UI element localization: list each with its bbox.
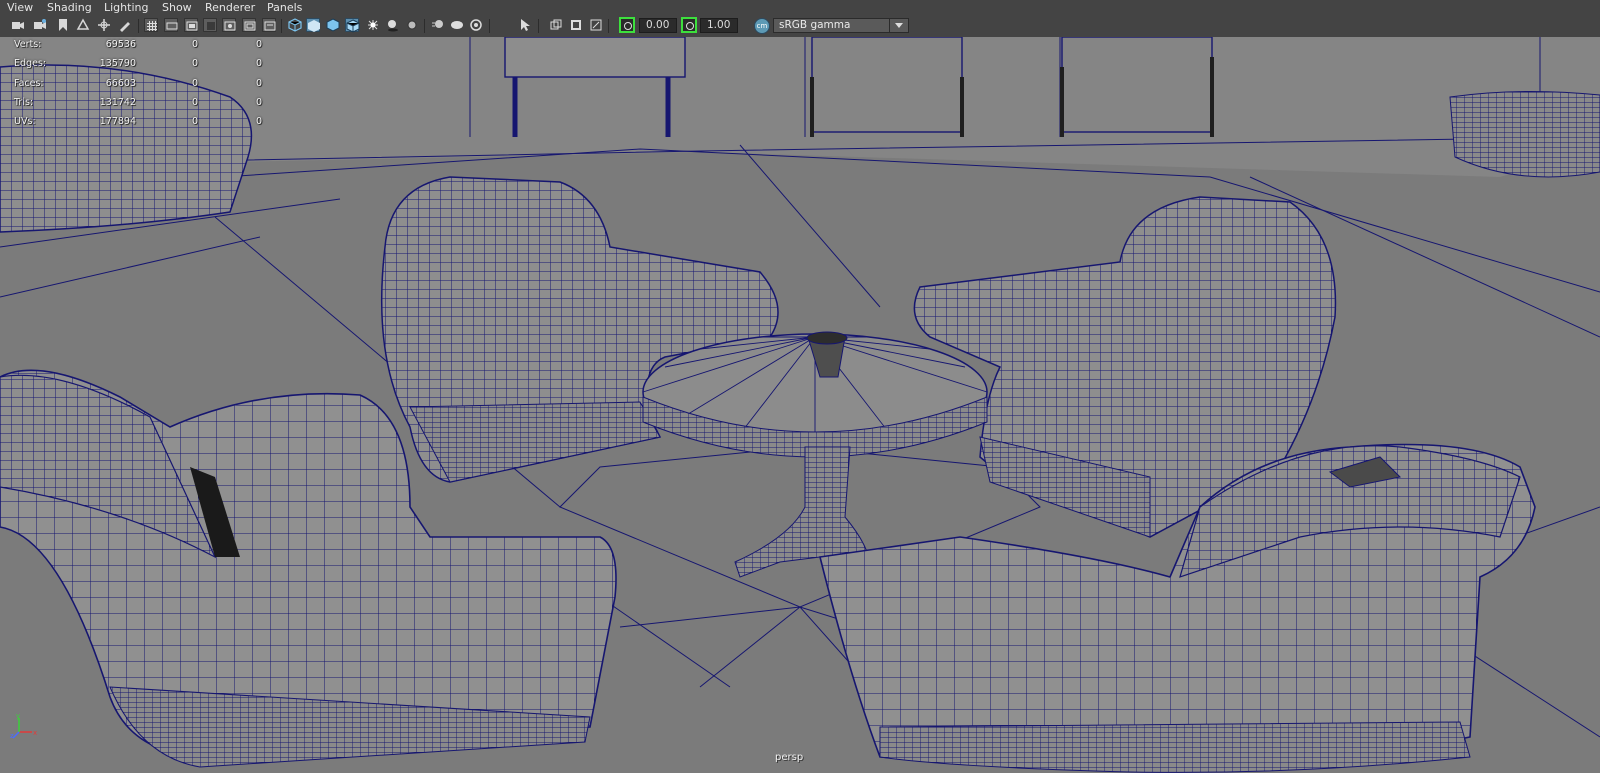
view-transform-dropdown[interactable]: sRGB gamma (773, 18, 909, 33)
screen-space-ao-icon[interactable] (405, 18, 419, 32)
grid-icon[interactable] (144, 18, 158, 32)
depth-of-field-icon[interactable] (469, 18, 483, 32)
panel-menu-bar: View Shading Lighting Show Renderer Pane… (0, 0, 1600, 15)
axis-y-label: y (16, 712, 20, 720)
menu-lighting[interactable]: Lighting (104, 1, 148, 14)
exposure-field[interactable]: 0.00 (639, 18, 677, 33)
hud-value: 177894 (99, 116, 136, 127)
hud-value: 0 (255, 97, 262, 108)
anti-aliasing-icon[interactable] (450, 18, 464, 32)
wireframe-scene[interactable] (0, 37, 1600, 773)
image-plane-icon[interactable] (76, 18, 90, 32)
panel-toolbar: 0.00 1.00 cm sRGB gamma (0, 15, 1600, 38)
safe-action-icon[interactable] (242, 18, 256, 32)
view-transform-value: sRGB gamma (779, 19, 851, 31)
view-axis-icon: x y z (10, 712, 37, 740)
xray-joints-icon[interactable] (569, 18, 583, 32)
hud-value: 0 (191, 39, 198, 50)
menu-shading[interactable]: Shading (47, 1, 92, 14)
motion-blur-icon[interactable] (431, 18, 445, 32)
axis-x-label: x (33, 729, 37, 737)
3d-viewport[interactable]: Verts: 69536 0 0 Edges: 135790 0 0 Faces… (0, 37, 1600, 773)
camera-icon[interactable] (11, 18, 25, 32)
shadows-icon[interactable] (385, 18, 399, 32)
hud-label: Faces: (14, 78, 44, 89)
hud-value: 0 (191, 58, 198, 69)
film-gate-icon[interactable] (164, 18, 178, 32)
color-management-icon[interactable]: cm (754, 18, 770, 34)
wireframe-icon[interactable] (288, 18, 302, 32)
isolate-select-icon[interactable] (518, 18, 532, 32)
hud-label: UVs: (14, 116, 36, 127)
chevron-down-icon[interactable] (889, 19, 908, 32)
menu-view[interactable]: View (7, 1, 33, 14)
menu-show[interactable]: Show (162, 1, 192, 14)
field-chart-icon[interactable] (222, 18, 236, 32)
gate-mask-icon[interactable] (203, 18, 217, 32)
2d-pan-zoom-icon[interactable] (97, 18, 111, 32)
wireframe-on-shaded-icon[interactable] (326, 18, 340, 32)
hud-value: 131742 (99, 97, 136, 108)
hud-label: Tris: (14, 97, 34, 108)
hud-label: Verts: (14, 39, 42, 50)
camera-name-label: persp (775, 752, 804, 763)
menu-panels[interactable]: Panels (267, 1, 302, 14)
menu-renderer[interactable]: Renderer (205, 1, 255, 14)
bookmark-icon[interactable] (56, 18, 70, 32)
exposure-icon[interactable] (619, 17, 635, 33)
hud-value: 0 (255, 78, 262, 89)
grease-pencil-icon[interactable] (118, 18, 132, 32)
xray-active-icon[interactable] (589, 18, 603, 32)
smooth-shade-icon[interactable] (306, 18, 320, 32)
hud-label: Edges: (14, 58, 47, 69)
gamma-icon[interactable] (681, 17, 697, 33)
camera-attributes-icon[interactable] (33, 18, 47, 32)
hud-value: 0 (255, 116, 262, 127)
use-all-lights-icon[interactable] (366, 18, 380, 32)
hud-value: 0 (191, 116, 198, 127)
textured-icon[interactable] (345, 18, 360, 33)
hud-value: 0 (191, 78, 198, 89)
safe-title-icon[interactable] (262, 18, 276, 32)
xray-icon[interactable] (549, 18, 563, 32)
hud-value: 135790 (99, 58, 136, 69)
hud-value: 0 (191, 97, 198, 108)
hud-value: 66603 (105, 78, 136, 89)
hud-value: 69536 (105, 39, 136, 50)
gamma-field[interactable]: 1.00 (700, 18, 738, 33)
resolution-gate-icon[interactable] (184, 18, 198, 32)
hud-value: 0 (255, 39, 262, 50)
hud-value: 0 (255, 58, 262, 69)
axis-z-label: z (10, 732, 14, 740)
